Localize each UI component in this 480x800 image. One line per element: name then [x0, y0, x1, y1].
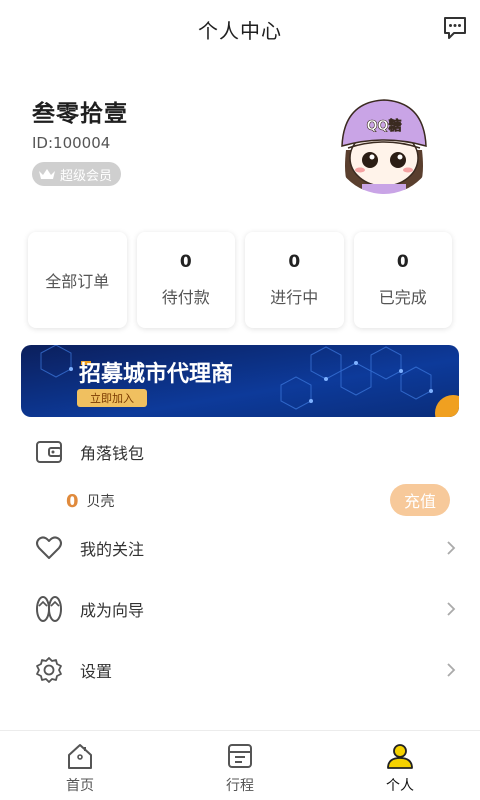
recruit-agent-banner[interactable]: 招募城市代理商 立即加入 [21, 345, 459, 417]
bottom-tab-bar: 首页 行程 个人 [0, 730, 480, 800]
chevron-right-icon [447, 602, 456, 616]
order-card-in-progress[interactable]: 0 进行中 [245, 232, 344, 328]
order-label: 待付款 [161, 288, 210, 307]
vip-badge: 超级会员 [32, 162, 122, 186]
wallet-row[interactable]: 角落钱包 [34, 432, 454, 472]
order-card-pending-payment[interactable]: 0 待付款 [136, 232, 235, 328]
crown-icon [39, 169, 55, 179]
tab-label: 首页 [66, 778, 94, 794]
tab-label: 个人 [386, 778, 414, 794]
menu-label: 我的关注 [80, 540, 145, 559]
wallet-balance-row: 0 贝壳 充值 [66, 484, 454, 518]
order-count: 0 [396, 252, 409, 272]
recharge-button[interactable]: 充值 [390, 484, 450, 516]
tab-home[interactable]: 首页 [0, 731, 160, 800]
tab-itinerary[interactable]: 行程 [160, 731, 320, 800]
profile-section: 叁零拾壹 ID:100004 超级会员 QQ糖 [32, 90, 448, 200]
wallet-label: 角落钱包 [80, 444, 145, 463]
wallet-unit: 贝壳 [86, 494, 115, 510]
itinerary-icon [228, 744, 252, 768]
order-label: 全部订单 [45, 272, 110, 291]
wallet-icon [34, 437, 64, 467]
order-count: 0 [179, 252, 192, 272]
vip-label: 超级会员 [60, 168, 113, 184]
gear-icon [34, 655, 64, 685]
menu-item-follows[interactable]: 我的关注 [34, 526, 462, 570]
user-id: ID:100004 [32, 134, 111, 152]
chat-bubble-icon[interactable] [442, 15, 468, 41]
chevron-right-icon [447, 663, 456, 677]
banner-join-button: 立即加入 [90, 391, 134, 405]
menu-item-settings[interactable]: 设置 [34, 648, 462, 692]
banner-title: 招募城市代理商 [79, 361, 233, 387]
menu-label: 成为向导 [80, 601, 145, 620]
order-cards: 全部订单 0 待付款 0 进行中 0 已完成 [28, 232, 452, 328]
username: 叁零拾壹 [32, 101, 128, 127]
page-title: 个人中心 [198, 18, 282, 43]
app-header: 个人中心 [0, 0, 480, 58]
avatar-hat-text: QQ糖 [366, 118, 401, 134]
avatar[interactable]: QQ糖 [332, 90, 436, 194]
menu-item-become-guide[interactable]: 成为向导 [34, 587, 462, 631]
tab-profile[interactable]: 个人 [320, 731, 480, 800]
heart-icon [34, 533, 64, 563]
flip-flops-icon [34, 594, 64, 624]
order-card-completed[interactable]: 0 已完成 [353, 232, 452, 328]
order-count: 0 [288, 252, 301, 272]
avatar-girl-icon: QQ糖 [332, 90, 436, 194]
person-icon [387, 744, 413, 769]
message-button[interactable] [442, 15, 468, 41]
tab-label: 行程 [226, 778, 254, 794]
wallet-balance: 0 [66, 490, 79, 512]
banner-graphic: 招募城市代理商 立即加入 [21, 345, 459, 417]
chevron-right-icon [447, 541, 456, 555]
order-label: 进行中 [270, 288, 319, 307]
menu-label: 设置 [80, 662, 113, 681]
order-card-all[interactable]: 全部订单 [28, 232, 127, 328]
order-label: 已完成 [378, 288, 427, 307]
home-icon [68, 744, 92, 769]
